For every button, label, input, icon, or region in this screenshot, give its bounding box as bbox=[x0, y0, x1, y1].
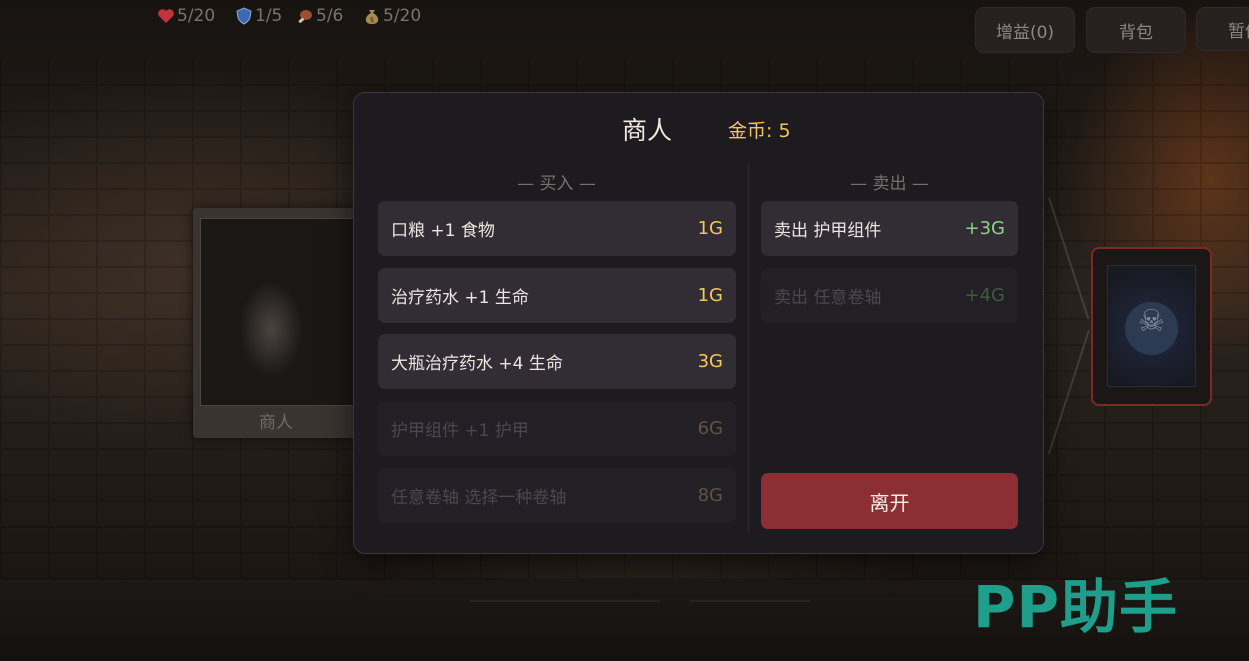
backpack-button[interactable]: 背包 bbox=[1086, 7, 1186, 53]
buy-item-any-scroll[interactable]: 任意卷轴 选择一种卷轴 8G bbox=[378, 468, 736, 523]
buy-section-header: — 买入 — bbox=[517, 174, 596, 194]
buy-item-rations[interactable]: 口粮 +1 食物 1G bbox=[378, 201, 736, 256]
hud-food-value: 5/6 bbox=[316, 6, 344, 26]
buy-item-healing-potion[interactable]: 治疗药水 +1 生命 1G bbox=[378, 268, 736, 323]
hud-health: 5/20 bbox=[157, 5, 215, 27]
buy-item-price: 3G bbox=[697, 351, 723, 372]
buy-item-price: 1G bbox=[697, 218, 723, 239]
skull-emblem-icon bbox=[1107, 265, 1196, 387]
next-card[interactable] bbox=[1091, 247, 1212, 406]
buy-item-price: 8G bbox=[697, 485, 723, 506]
gold-counter: 金币: 5 bbox=[728, 120, 791, 142]
pp-assistant-watermark: PP助手 bbox=[973, 573, 1179, 641]
column-divider bbox=[748, 163, 749, 533]
pause-button[interactable]: 暂停 bbox=[1196, 7, 1249, 51]
hud-health-value: 5/20 bbox=[177, 6, 216, 26]
buy-item-label: 任意卷轴 选择一种卷轴 bbox=[391, 488, 567, 508]
buy-item-label: 护甲组件 +1 护甲 bbox=[391, 421, 529, 441]
floor-tile bbox=[470, 600, 660, 602]
leave-button[interactable]: 离开 bbox=[761, 473, 1018, 529]
sell-item-label: 卖出 任意卷轴 bbox=[774, 288, 882, 308]
hud-armor-value: 1/5 bbox=[255, 6, 283, 26]
buy-item-price: 6G bbox=[697, 418, 723, 439]
sell-item-price: +3G bbox=[964, 218, 1005, 239]
shield-icon bbox=[235, 7, 253, 25]
merchant-dialog: 商人 金币: 5 — 买入 — — 卖出 — 口粮 +1 食物 1G 治疗药水 … bbox=[353, 92, 1044, 554]
hud-food: 5/6 bbox=[296, 5, 343, 27]
buffs-button[interactable]: 增益(0) bbox=[975, 7, 1075, 53]
svg-text:$: $ bbox=[370, 16, 374, 24]
buy-item-label: 口粮 +1 食物 bbox=[391, 221, 495, 241]
heart-icon bbox=[157, 7, 175, 25]
sell-item-price: +4G bbox=[964, 285, 1005, 306]
sell-item-armor-component[interactable]: 卖出 护甲组件 +3G bbox=[761, 201, 1018, 256]
merchant-card[interactable]: 商人 bbox=[193, 208, 359, 438]
hud-gold-value: 5/20 bbox=[383, 6, 422, 26]
dialog-title: 商人 bbox=[622, 116, 673, 145]
hud-armor: 1/5 bbox=[235, 5, 282, 27]
floor-tile bbox=[690, 600, 810, 602]
buy-item-label: 大瓶治疗药水 +4 生命 bbox=[391, 354, 563, 374]
sell-section-header: — 卖出 — bbox=[850, 174, 929, 194]
hud-gold: $ 5/20 bbox=[363, 5, 421, 27]
buy-item-large-healing-potion[interactable]: 大瓶治疗药水 +4 生命 3G bbox=[378, 334, 736, 389]
sell-item-label: 卖出 护甲组件 bbox=[774, 221, 882, 241]
merchant-card-art bbox=[200, 218, 354, 406]
buy-item-price: 1G bbox=[697, 285, 723, 306]
merchant-card-caption: 商人 bbox=[259, 413, 293, 433]
money-bag-icon: $ bbox=[363, 7, 381, 25]
food-icon bbox=[296, 7, 314, 25]
sell-item-any-scroll[interactable]: 卖出 任意卷轴 +4G bbox=[761, 268, 1018, 323]
buy-item-label: 治疗药水 +1 生命 bbox=[391, 288, 529, 308]
buy-item-armor-component[interactable]: 护甲组件 +1 护甲 6G bbox=[378, 401, 736, 456]
